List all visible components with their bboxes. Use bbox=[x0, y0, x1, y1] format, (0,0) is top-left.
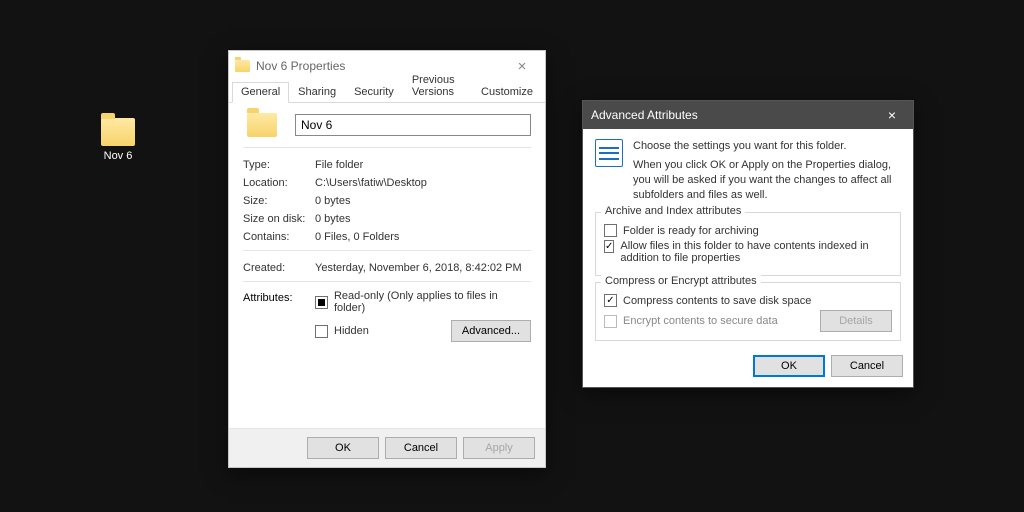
advanced-attributes-dialog: Advanced Attributes × Choose the setting… bbox=[582, 100, 914, 388]
close-icon[interactable]: × bbox=[879, 107, 905, 123]
created-value: Yesterday, November 6, 2018, 8:42:02 PM bbox=[315, 262, 531, 274]
encrypt-checkbox: Encrypt contents to secure data bbox=[604, 315, 778, 328]
archive-index-legend: Archive and Index attributes bbox=[601, 205, 745, 217]
desktop-folder[interactable]: Nov 6 bbox=[86, 118, 150, 162]
compress-encrypt-legend: Compress or Encrypt attributes bbox=[601, 275, 761, 287]
size-on-disk-label: Size on disk: bbox=[243, 213, 315, 225]
apply-button[interactable]: Apply bbox=[463, 437, 535, 459]
attributes-icon bbox=[595, 139, 623, 167]
ok-button[interactable]: OK bbox=[307, 437, 379, 459]
folder-name-input[interactable] bbox=[295, 114, 531, 136]
close-icon[interactable]: × bbox=[505, 58, 539, 75]
intro-line-1: Choose the settings you want for this fo… bbox=[633, 139, 901, 154]
advanced-footer: OK Cancel bbox=[583, 345, 913, 387]
index-checkbox[interactable]: Allow files in this folder to have conte… bbox=[604, 240, 892, 264]
checkbox-icon bbox=[315, 296, 328, 309]
ok-button[interactable]: OK bbox=[753, 355, 825, 377]
folder-icon bbox=[101, 118, 135, 146]
details-button[interactable]: Details bbox=[820, 310, 892, 332]
archive-label: Folder is ready for archiving bbox=[623, 225, 759, 237]
type-value: File folder bbox=[315, 159, 531, 171]
properties-footer: OK Cancel Apply bbox=[229, 428, 545, 467]
archive-checkbox[interactable]: Folder is ready for archiving bbox=[604, 224, 892, 237]
encrypt-label: Encrypt contents to secure data bbox=[623, 315, 778, 327]
hidden-checkbox[interactable]: Hidden bbox=[315, 325, 369, 338]
contains-value: 0 Files, 0 Folders bbox=[315, 231, 531, 243]
size-on-disk-value: 0 bytes bbox=[315, 213, 531, 225]
tabs: General Sharing Security Previous Versio… bbox=[229, 81, 545, 103]
checkbox-icon bbox=[604, 294, 617, 307]
cancel-button[interactable]: Cancel bbox=[831, 355, 903, 377]
checkbox-icon bbox=[604, 240, 614, 253]
intro-line-2: When you click OK or Apply on the Proper… bbox=[633, 158, 901, 203]
contains-label: Contains: bbox=[243, 231, 315, 243]
checkbox-icon bbox=[604, 315, 617, 328]
desktop-folder-label: Nov 6 bbox=[104, 150, 133, 162]
size-value: 0 bytes bbox=[315, 195, 531, 207]
properties-dialog: Nov 6 Properties × General Sharing Secur… bbox=[228, 50, 546, 468]
hidden-label: Hidden bbox=[334, 325, 369, 337]
index-label: Allow files in this folder to have conte… bbox=[620, 240, 892, 264]
compress-encrypt-group: Compress or Encrypt attributes Compress … bbox=[595, 282, 901, 341]
cancel-button[interactable]: Cancel bbox=[385, 437, 457, 459]
type-label: Type: bbox=[243, 159, 315, 171]
location-label: Location: bbox=[243, 177, 315, 189]
checkbox-icon bbox=[604, 224, 617, 237]
checkbox-icon bbox=[315, 325, 328, 338]
compress-checkbox[interactable]: Compress contents to save disk space bbox=[604, 294, 892, 307]
compress-label: Compress contents to save disk space bbox=[623, 295, 811, 307]
tab-sharing[interactable]: Sharing bbox=[289, 82, 345, 102]
folder-icon bbox=[247, 113, 277, 137]
general-tab-body: Type:File folder Location:C:\Users\fatiw… bbox=[229, 103, 545, 428]
tab-previous-versions[interactable]: Previous Versions bbox=[403, 70, 472, 102]
advanced-titlebar[interactable]: Advanced Attributes × bbox=[583, 101, 913, 129]
advanced-button[interactable]: Advanced... bbox=[451, 320, 531, 342]
tab-customize[interactable]: Customize bbox=[472, 82, 542, 102]
size-label: Size: bbox=[243, 195, 315, 207]
attributes-label: Attributes: bbox=[243, 290, 315, 304]
folder-icon bbox=[235, 60, 250, 72]
location-value: C:\Users\fatiw\Desktop bbox=[315, 177, 531, 189]
tab-general[interactable]: General bbox=[232, 82, 289, 103]
archive-index-group: Archive and Index attributes Folder is r… bbox=[595, 212, 901, 276]
advanced-title: Advanced Attributes bbox=[591, 108, 879, 122]
readonly-label: Read-only (Only applies to files in fold… bbox=[334, 290, 531, 314]
readonly-checkbox[interactable]: Read-only (Only applies to files in fold… bbox=[315, 290, 531, 314]
advanced-intro: Choose the settings you want for this fo… bbox=[633, 139, 901, 202]
tab-security[interactable]: Security bbox=[345, 82, 403, 102]
created-label: Created: bbox=[243, 262, 315, 274]
properties-titlebar[interactable]: Nov 6 Properties × bbox=[229, 51, 545, 81]
